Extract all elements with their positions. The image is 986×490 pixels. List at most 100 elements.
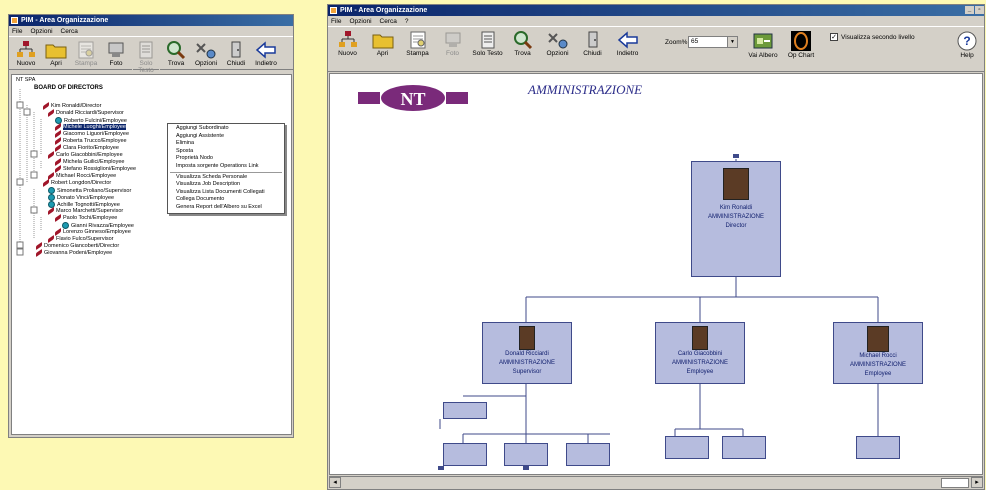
horizontal-scrollbar[interactable]: ◂ ▸ xyxy=(329,476,983,488)
org-chart-canvas[interactable]: NT AMMINISTRAZIONE Kim Ronaldi AMMINISTR… xyxy=(329,73,983,475)
ctx-visualizza-scheda[interactable]: Visualizza Scheda Personale xyxy=(168,174,284,182)
tree-node-label: Stefano Rossiglioni/Employee xyxy=(63,166,137,172)
solo-testo-button[interactable]: Solo Testo xyxy=(471,29,504,58)
tree-node-label: Paolo Tochi/Employee xyxy=(63,215,118,221)
menu-opzioni[interactable]: Opzioni xyxy=(30,28,52,35)
tree-node[interactable]: Achille Tognotti/Employee xyxy=(48,201,120,208)
org-card-director[interactable]: Kim Ronaldi AMMINISTRAZIONE Director xyxy=(691,161,781,277)
tree-board-label[interactable]: BOARD OF DIRECTORS xyxy=(34,85,103,91)
menu-cerca[interactable]: Cerca xyxy=(61,28,78,35)
left-window: PIM - Area Organizzazione File Opzioni C… xyxy=(8,14,294,438)
foto-button[interactable]: Foto xyxy=(102,39,130,68)
tree-node[interactable]: Roberta Trucco/Employee xyxy=(55,136,127,146)
mini-card[interactable] xyxy=(443,443,487,466)
tree-node[interactable]: Roberto Fulcini/Employee xyxy=(55,117,127,124)
tree-node[interactable]: Lorenzo Ginneso/Employee xyxy=(55,227,131,237)
tree-node[interactable]: Michele Luoghi/Employee xyxy=(55,122,126,132)
left-title-bar[interactable]: PIM - Area Organizzazione xyxy=(9,15,293,26)
tree-node[interactable]: Michela Guilici/Employee xyxy=(55,157,124,167)
toolbar-label: Nuovo xyxy=(16,60,36,67)
expand-toggle-icon xyxy=(16,178,24,186)
folder-icon xyxy=(45,40,67,60)
tree-node-label: Roberta Trucco/Employee xyxy=(63,138,127,144)
chiudi-button[interactable]: Chiudi xyxy=(576,29,609,58)
org-card-supervisor[interactable]: Donald Ricciardi AMMINISTRAZIONE Supervi… xyxy=(482,322,572,384)
tree-root[interactable]: NT SPA xyxy=(16,77,35,83)
chevron-down-icon[interactable]: ▼ xyxy=(727,37,737,47)
opzioni-button[interactable]: Opzioni xyxy=(192,39,220,68)
trova-button[interactable]: Trova xyxy=(506,29,539,58)
ctx-visualizza-job[interactable]: Visualizza Job Description xyxy=(168,181,284,189)
trova-button[interactable]: Trova xyxy=(162,39,190,68)
ctx-collega-documento[interactable]: Collega Documento xyxy=(168,196,284,204)
opzioni-button[interactable]: Opzioni xyxy=(541,29,574,58)
ctx-visualizza-lista[interactable]: Visualizza Lista Documenti Collegati xyxy=(168,189,284,197)
checkbox-label: Visualizza secondo livello xyxy=(841,33,915,41)
org-card-employee-2[interactable]: Michael Rocci AMMINISTRAZIONE Employee xyxy=(833,322,923,384)
chiudi-button[interactable]: Chiudi xyxy=(222,39,250,68)
tree-node[interactable]: Domenico Giancoberti/Director xyxy=(36,241,119,251)
tree-node[interactable]: Giovanna Podeni/Employee xyxy=(36,248,112,258)
secondo-livello-checkbox[interactable]: ✓ Visualizza secondo livello xyxy=(830,33,915,41)
apri-button[interactable]: Apri xyxy=(366,29,399,58)
ctx-sposta[interactable]: Sposta xyxy=(168,148,284,156)
mini-card[interactable] xyxy=(665,436,709,459)
foto-button[interactable]: Foto xyxy=(436,29,469,58)
indietro-button[interactable]: Indietro xyxy=(611,29,644,58)
menu-file[interactable]: File xyxy=(331,18,341,25)
tree-node[interactable]: Carlo Giacobbini/Employee xyxy=(48,150,123,160)
scroll-thumb[interactable] xyxy=(941,478,969,488)
menu-help[interactable]: ? xyxy=(405,18,409,25)
help-button[interactable]: ? Help xyxy=(953,29,981,60)
pushpin-icon xyxy=(55,213,61,223)
tree-node[interactable]: Simonetta Proliano/Supervisor xyxy=(48,187,131,194)
ctx-genera-report[interactable]: Genera Report dell'Albero su Excel xyxy=(168,204,284,212)
tree-node[interactable]: Michael Rocci/Employee xyxy=(48,171,116,181)
checkbox-box[interactable]: ✓ xyxy=(830,33,838,41)
tree-node[interactable]: Flavio Fulco/Supervisor xyxy=(48,234,113,244)
minimize-button[interactable]: _ xyxy=(965,6,974,14)
apri-button[interactable]: Apri xyxy=(42,39,70,68)
vai-albero-button[interactable]: Vai Albero xyxy=(746,29,780,60)
indietro-button[interactable]: Indietro xyxy=(252,39,280,68)
menu-opzioni[interactable]: Opzioni xyxy=(349,18,371,25)
scroll-right-button[interactable]: ▸ xyxy=(971,477,983,488)
ctx-proprieta-nodo[interactable]: Proprietà Nodo xyxy=(168,155,284,163)
tree-node[interactable]: Donald Ricciardi/Supervisor xyxy=(48,108,124,118)
menu-file[interactable]: File xyxy=(12,28,22,35)
tree-node[interactable]: Donato Vinci/Employee xyxy=(48,194,114,201)
ctx-imposta-sorgente[interactable]: Imposta sorgente Operations Link xyxy=(168,163,284,171)
mini-card[interactable] xyxy=(504,443,548,466)
tree-node[interactable]: Gianni Rivazza/Employee xyxy=(62,222,134,229)
op-chart-button[interactable]: Op Chart xyxy=(784,29,818,60)
tree-node[interactable]: Marco Marchetti/Supervisor xyxy=(48,206,123,216)
ctx-elimina[interactable]: Elimina xyxy=(168,140,284,148)
toolbar-label: Chiudi xyxy=(583,50,602,57)
mini-card[interactable] xyxy=(566,443,610,466)
nuovo-button[interactable]: Nuovo xyxy=(331,29,364,58)
right-title-bar[interactable]: PIM - Area Organizzazione _ ▫ xyxy=(328,5,984,16)
card-name: Carlo Giacobbini xyxy=(677,351,723,357)
mini-card[interactable] xyxy=(722,436,766,459)
tree-node[interactable]: Kim Ronaldi/Director xyxy=(43,101,101,111)
mini-card[interactable] xyxy=(443,402,487,419)
solo-testo-button[interactable]: Solo Testo xyxy=(132,39,160,75)
mini-card[interactable] xyxy=(856,436,900,459)
stampa-button[interactable]: Stampa xyxy=(72,39,100,68)
tree-node[interactable]: Robert Longdon/Director xyxy=(43,178,111,188)
tree-node[interactable]: Clara Fiorito/Employee xyxy=(55,143,119,153)
ctx-aggiungi-assistente[interactable]: Aggiungi Assistente xyxy=(168,133,284,141)
scroll-left-button[interactable]: ◂ xyxy=(329,477,341,488)
tree-node[interactable]: Stefano Rossiglioni/Employee xyxy=(55,164,137,174)
ctx-aggiungi-subordinato[interactable]: Aggiungi Subordinato xyxy=(168,125,284,133)
app-icon xyxy=(330,7,337,14)
back-arrow-icon xyxy=(255,40,277,60)
tree-node[interactable]: Paolo Tochi/Employee xyxy=(55,213,118,223)
org-card-employee-1[interactable]: Carlo Giacobbini AMMINISTRAZIONE Employe… xyxy=(655,322,745,384)
maximize-button[interactable]: ▫ xyxy=(975,6,984,14)
tree-node[interactable]: Giacomo Liguori/Employee xyxy=(55,129,129,139)
menu-cerca[interactable]: Cerca xyxy=(380,18,397,25)
stampa-button[interactable]: Stampa xyxy=(401,29,434,58)
zoom-select[interactable]: 65 ▼ xyxy=(688,36,738,48)
nuovo-button[interactable]: Nuovo xyxy=(12,39,40,68)
